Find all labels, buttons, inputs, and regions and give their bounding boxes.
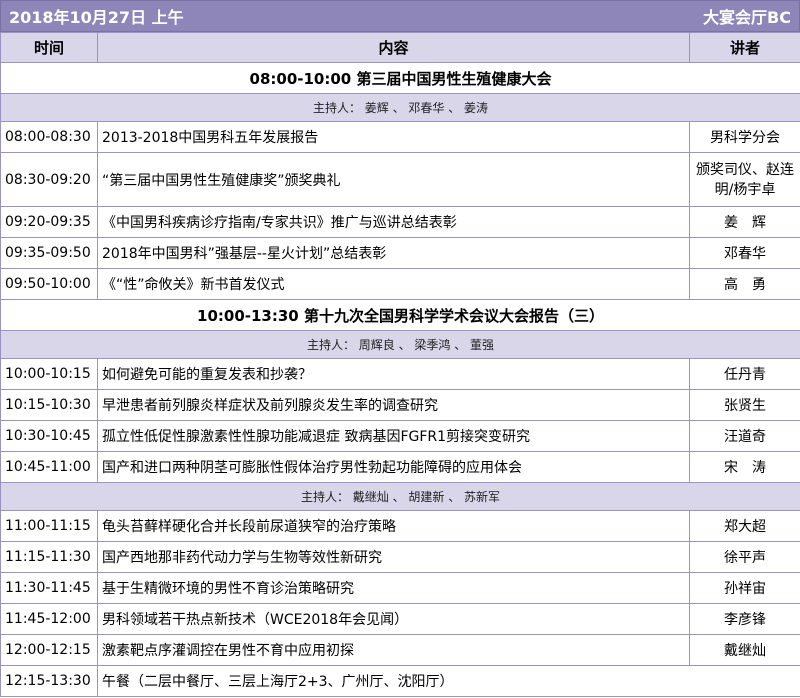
title-bar: 2018年10月27日 上午 大宴会厅BC <box>0 0 800 32</box>
table-row: 09:20-09:35 《中国男科疾病诊疗指南/专家共识》推广与巡讲总结表彰 姜… <box>0 206 800 238</box>
venue-name: 大宴会厅BC <box>703 8 791 27</box>
column-header-content: 内容 <box>97 32 690 63</box>
item-speaker: 张贤生 <box>689 389 800 421</box>
session-host: 主持人： 周辉良 、 梁季鸿 、 董强 <box>0 330 800 359</box>
table-row: 10:15-10:30 早泄患者前列腺炎样症状及前列腺炎发生率的调查研究 张贤生 <box>0 389 800 421</box>
column-header-time: 时间 <box>0 32 98 63</box>
item-time: 10:30-10:45 <box>0 420 98 452</box>
lunch-time: 12:15-13:30 <box>0 665 98 697</box>
item-speaker: 戴继灿 <box>689 634 800 666</box>
item-time: 10:45-11:00 <box>0 451 98 483</box>
item-content: 男科领域若干热点新技术（WCE2018年会见闻） <box>97 603 690 635</box>
item-speaker: 郑大超 <box>689 510 800 542</box>
column-header-speaker: 讲者 <box>689 32 800 63</box>
table-row: 10:00-10:15 如何避免可能的重复发表和抄袭？ 任丹青 <box>0 358 800 390</box>
item-speaker: 孙祥宙 <box>689 572 800 604</box>
item-content: 如何避免可能的重复发表和抄袭？ <box>97 358 690 390</box>
item-time: 11:30-11:45 <box>0 572 98 604</box>
item-content: 孤立性低促性腺激素性性腺功能减退症 致病基因FGFR1剪接突变研究 <box>97 420 690 452</box>
item-content: 《“性”命攸关》新书首发仪式 <box>97 268 690 300</box>
schedule-page: 2018年10月27日 上午 大宴会厅BC 时间 内容 讲者 08:00-10:… <box>0 0 800 698</box>
item-content: 2013-2018中国男科五年发展报告 <box>97 121 690 153</box>
table-row: 12:00-12:15 激素靶点序灌调控在男性不育中应用初探 戴继灿 <box>0 634 800 666</box>
item-speaker: 汪道奇 <box>689 420 800 452</box>
item-content: 《中国男科疾病诊疗指南/专家共识》推广与巡讲总结表彰 <box>97 206 690 238</box>
item-time: 09:20-09:35 <box>0 206 98 238</box>
host-row: 主持人： 周辉良 、 梁季鸿 、 董强 <box>0 330 800 359</box>
table-row: 08:30-09:20 “第三届中国男性生殖健康奖”颁奖典礼 颁奖司仪、赵连明/… <box>0 152 800 207</box>
item-speaker: 高 勇 <box>689 268 800 300</box>
item-content: 早泄患者前列腺炎样症状及前列腺炎发生率的调查研究 <box>97 389 690 421</box>
item-time: 09:35-09:50 <box>0 237 98 269</box>
table-row: 11:15-11:30 国产西地那非药代动力学与生物等效性新研究 徐平声 <box>0 541 800 573</box>
session-host: 主持人： 姜辉 、 邓春华 、 姜涛 <box>0 93 800 122</box>
host-row: 主持人： 戴继灿 、 胡建新 、 苏新军 <box>0 482 800 511</box>
item-speaker: 男科学分会 <box>689 121 800 153</box>
table-row: 11:30-11:45 基于生精微环境的男性不育诊治策略研究 孙祥宙 <box>0 572 800 604</box>
item-content: 2018年中国男科”强基层--星火计划”总结表彰 <box>97 237 690 269</box>
item-content: 国产西地那非药代动力学与生物等效性新研究 <box>97 541 690 573</box>
table-row: 11:00-11:15 龟头苔藓样硬化合并长段前尿道狭窄的治疗策略 郑大超 <box>0 510 800 542</box>
table-row: 09:35-09:50 2018年中国男科”强基层--星火计划”总结表彰 邓春华 <box>0 237 800 269</box>
item-time: 11:00-11:15 <box>0 510 98 542</box>
table-row: 08:00-08:30 2013-2018中国男科五年发展报告 男科学分会 <box>0 121 800 153</box>
item-time: 10:15-10:30 <box>0 389 98 421</box>
item-speaker: 徐平声 <box>689 541 800 573</box>
item-speaker: 姜 辉 <box>689 206 800 238</box>
item-time: 11:15-11:30 <box>0 541 98 573</box>
host-row: 主持人： 姜辉 、 邓春华 、 姜涛 <box>0 93 800 122</box>
item-time: 08:00-08:30 <box>0 121 98 153</box>
lunch-row: 12:15-13:30 午餐（二层中餐厅、三层上海厅2+3、广州厅、沈阳厅） <box>0 665 800 697</box>
item-content: 基于生精微环境的男性不育诊治策略研究 <box>97 572 690 604</box>
table-row: 09:50-10:00 《“性”命攸关》新书首发仪式 高 勇 <box>0 268 800 300</box>
column-header-row: 时间 内容 讲者 <box>0 32 800 63</box>
schedule-date: 2018年10月27日 上午 <box>9 8 184 27</box>
item-speaker: 宋 涛 <box>689 451 800 483</box>
item-speaker: 邓春华 <box>689 237 800 269</box>
item-speaker: 李彦锋 <box>689 603 800 635</box>
item-content: 国产和进口两种阴茎可膨胀性假体治疗男性勃起功能障碍的应用体会 <box>97 451 690 483</box>
item-content: 龟头苔藓样硬化合并长段前尿道狭窄的治疗策略 <box>97 510 690 542</box>
session-title-row: 08:00-10:00 第三届中国男性生殖健康大会 <box>0 62 800 94</box>
table-row: 10:30-10:45 孤立性低促性腺激素性性腺功能减退症 致病基因FGFR1剪… <box>0 420 800 452</box>
item-content: 激素靶点序灌调控在男性不育中应用初探 <box>97 634 690 666</box>
lunch-content: 午餐（二层中餐厅、三层上海厅2+3、广州厅、沈阳厅） <box>97 665 800 697</box>
item-time: 09:50-10:00 <box>0 268 98 300</box>
item-time: 10:00-10:15 <box>0 358 98 390</box>
item-speaker: 颁奖司仪、赵连明/杨宇卓 <box>689 152 800 207</box>
item-time: 08:30-09:20 <box>0 152 98 207</box>
item-content: “第三届中国男性生殖健康奖”颁奖典礼 <box>97 152 690 207</box>
table-row: 10:45-11:00 国产和进口两种阴茎可膨胀性假体治疗男性勃起功能障碍的应用… <box>0 451 800 483</box>
session-host: 主持人： 戴继灿 、 胡建新 、 苏新军 <box>0 482 800 511</box>
session-title: 08:00-10:00 第三届中国男性生殖健康大会 <box>0 62 800 94</box>
item-speaker: 任丹青 <box>689 358 800 390</box>
schedule-table: 时间 内容 讲者 08:00-10:00 第三届中国男性生殖健康大会 主持人： … <box>0 32 800 697</box>
item-time: 12:00-12:15 <box>0 634 98 666</box>
session-title-row: 10:00-13:30 第十九次全国男科学学术会议大会报告（三） <box>0 299 800 331</box>
item-time: 11:45-12:00 <box>0 603 98 635</box>
session-title: 10:00-13:30 第十九次全国男科学学术会议大会报告（三） <box>0 299 800 331</box>
table-row: 11:45-12:00 男科领域若干热点新技术（WCE2018年会见闻） 李彦锋 <box>0 603 800 635</box>
